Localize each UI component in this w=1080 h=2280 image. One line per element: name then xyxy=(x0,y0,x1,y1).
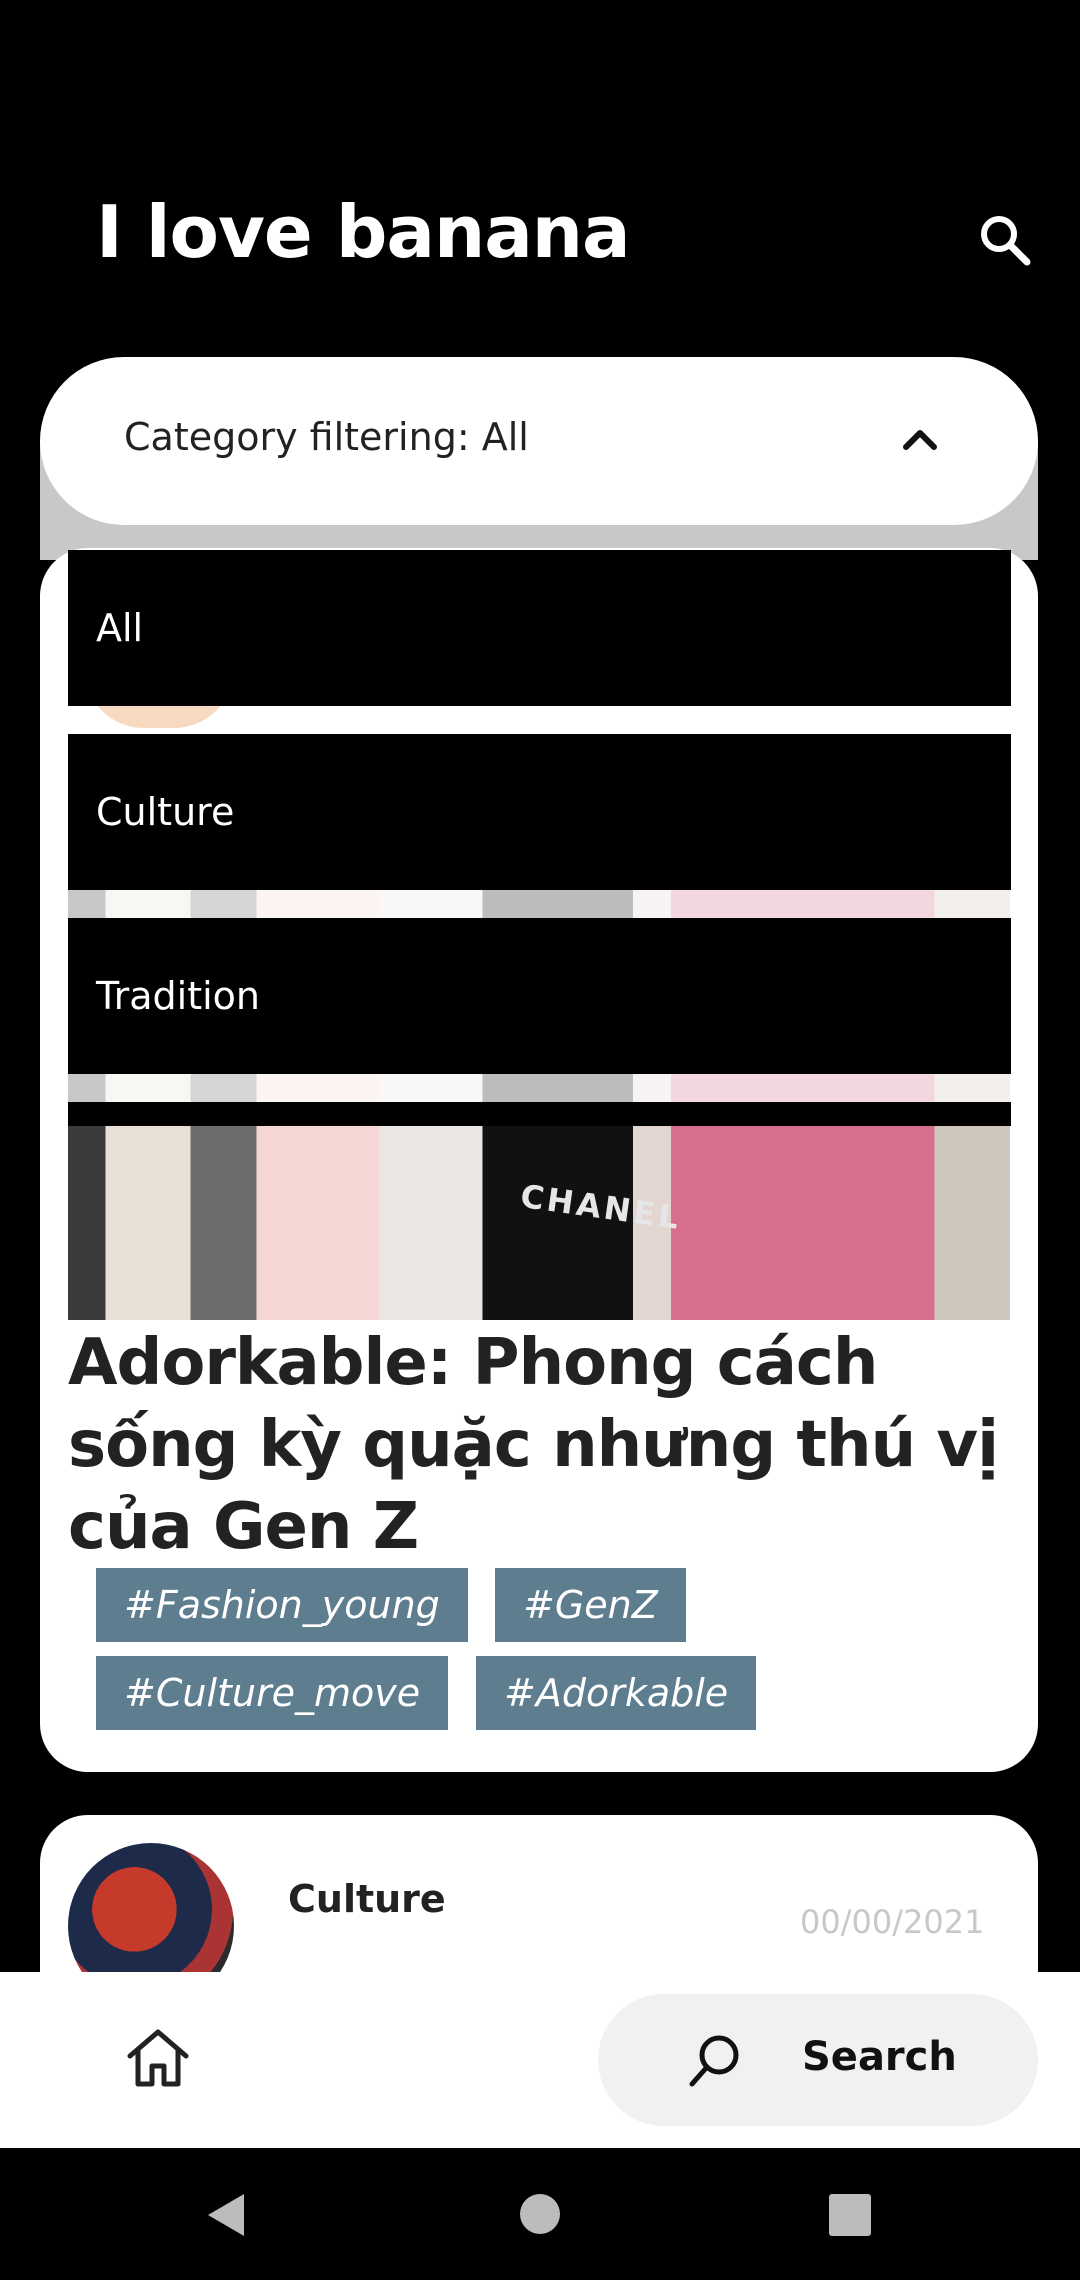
system-navigation-bar xyxy=(0,2148,1080,2280)
home-circle-icon[interactable] xyxy=(520,2194,560,2234)
article-category: Culture xyxy=(288,1877,446,1921)
category-filter-label: Category filtering: All xyxy=(124,415,529,459)
search-icon[interactable] xyxy=(975,210,1035,270)
dropdown-option-tradition[interactable]: Tradition xyxy=(68,918,1011,1074)
chevron-up-icon[interactable] xyxy=(898,417,942,461)
article-card[interactable]: CHANEL Adorkable: Phong cách sống kỳ quặ… xyxy=(40,548,1038,1772)
dropdown-option-culture[interactable]: Culture xyxy=(68,734,1011,890)
dropdown-option-partial[interactable] xyxy=(68,1102,1011,1126)
bottom-navigation: Search xyxy=(0,1972,1080,2148)
tag-genz[interactable]: #GenZ xyxy=(495,1568,686,1642)
tag-adorkable[interactable]: #Adorkable xyxy=(476,1656,757,1730)
category-filter[interactable]: Category filtering: All xyxy=(40,357,1038,525)
tag-fashion-young[interactable]: #Fashion_young xyxy=(96,1568,468,1642)
tag-culture-move[interactable]: #Culture_move xyxy=(96,1656,449,1730)
dropdown-option-all[interactable]: All xyxy=(68,550,1011,706)
article-title[interactable]: Adorkable: Phong cách sống kỳ quặc nhưng… xyxy=(68,1322,1010,1568)
app-title: I love banana xyxy=(96,190,631,274)
search-icon xyxy=(686,2032,744,2090)
article-date: 00/00/2021 xyxy=(800,1903,985,1941)
search-button-label: Search xyxy=(802,2034,957,2080)
recents-icon[interactable] xyxy=(829,2194,871,2236)
back-icon[interactable] xyxy=(206,2192,246,2242)
home-icon[interactable] xyxy=(120,2020,196,2096)
search-button[interactable]: Search xyxy=(598,1994,1038,2126)
